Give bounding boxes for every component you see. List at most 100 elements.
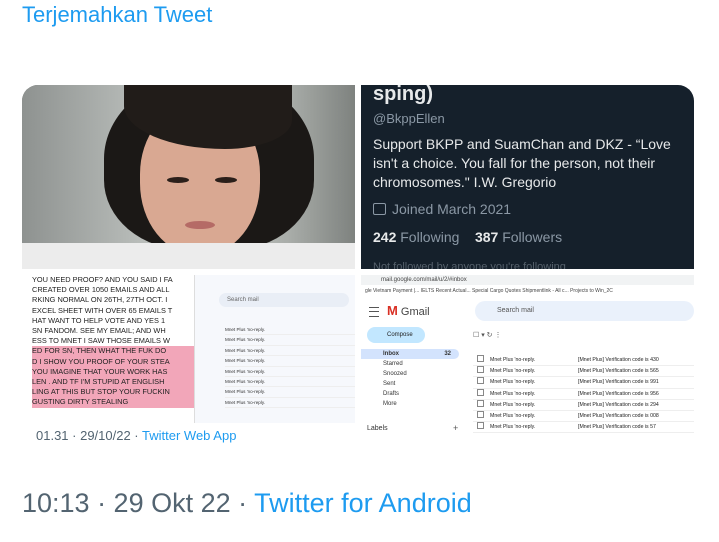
mini-mail-row: Mnet Plus 'no-reply. xyxy=(225,398,355,409)
gmail-nav-label: Drafts xyxy=(383,391,400,397)
mini-mail-row: Mnet Plus 'no-reply. xyxy=(225,346,355,357)
checkbox-icon xyxy=(477,377,484,385)
mail-subject: [Mnet Plus] Verification code is 294 xyxy=(578,401,659,408)
menu-icon xyxy=(369,307,379,317)
checkbox-icon xyxy=(477,388,484,396)
profile-joined: Joined March 2021 xyxy=(373,201,511,217)
gmail-nav: Inbox 32 Starred Snoozed Sent Drafts More xyxy=(361,349,465,409)
gmail-mail-row: Mnet Plus 'no-reply. [Mnet Plus] Verifica… xyxy=(473,399,694,411)
gmail-toolbar: ☐ ▾ ↻ ⋮ xyxy=(473,332,502,339)
caption-app: Twitter Web App xyxy=(142,428,237,443)
gmail-mail-row: Mnet Plus 'no-reply. [Mnet Plus] Verifica… xyxy=(473,410,694,423)
gmail-nav-item: Drafts xyxy=(361,389,465,399)
post-text-line: ED FOR SN, THEN WHAT THE FUK DO xyxy=(32,346,207,357)
gmail-nav-label: Starred xyxy=(383,361,403,367)
mail-sender: Mnet Plus 'no-reply. xyxy=(490,412,536,419)
profile-followed-by: Not followed by anyone you're following xyxy=(373,261,566,269)
gmail-nav-count: 32 xyxy=(444,351,451,357)
post-text-line: YOU NEED PROOF? AND YOU SAID I FA xyxy=(32,275,173,284)
media-text-screenshot[interactable]: YOU NEED PROOF? AND YOU SAID I FA CREATED… xyxy=(22,275,355,463)
following-label: Following xyxy=(400,229,460,245)
compose-button: Compose xyxy=(367,327,425,343)
browser-bookmarks: gle Vietnam Payment |... IELTS Recent Ac… xyxy=(365,288,613,294)
gmail-nav-label: Inbox xyxy=(383,351,399,357)
post-text-line: D I SHOW YOU PROOF OF YOUR STEA xyxy=(32,356,207,367)
profile-name: sping) xyxy=(373,85,433,105)
mini-mail-row: Mnet Plus 'no-reply. xyxy=(225,325,355,336)
gmail-mail-row: Mnet Plus 'no-reply. [Mnet Plus] Verifica… xyxy=(473,377,694,389)
profile-bio: Support BKPP and SuamChan and DKZ - “Lov… xyxy=(373,136,671,190)
gmail-mail-row: Mnet Plus 'no-reply. [Mnet Plus] Verifica… xyxy=(473,388,694,400)
post-text-line: HAT WANT TO HELP VOTE AND YES 1 xyxy=(32,315,166,325)
checkbox-icon xyxy=(477,422,484,430)
gmail-search: Search mail xyxy=(475,301,694,321)
profile-joined-text: Joined March 2021 xyxy=(392,201,512,217)
gmail-nav-label: More xyxy=(383,401,397,407)
tweet-source[interactable]: Twitter for Android xyxy=(254,488,472,518)
profile-stats: 242 Following 387 Followers xyxy=(373,229,562,245)
media-profile-screenshot[interactable]: sping) @BkppEllen Support BKPP and SuamC… xyxy=(361,85,694,269)
followers-label: Followers xyxy=(502,229,563,245)
gmail-logo: M Gmail xyxy=(387,303,430,318)
mail-sender: Mnet Plus 'no-reply. xyxy=(490,401,536,408)
post-text-line: CREATED OVER 1050 EMAILS AND ALL xyxy=(32,285,170,295)
gmail-nav-item: Snoozed xyxy=(361,369,465,379)
gmail-nav-label: Sent xyxy=(383,381,396,387)
gmail-nav-label: Snoozed xyxy=(383,371,407,377)
mini-mail-list: Mnet Plus 'no-reply. Mnet Plus 'no-reply.… xyxy=(225,325,355,409)
mail-subject: [Mnet Plus] Verification code is 008 xyxy=(578,412,659,419)
checkbox-icon xyxy=(477,410,484,418)
media-gmail-screenshot[interactable]: mail.google.com/mail/u/2/#inbox gle Viet… xyxy=(361,275,694,463)
media-grid: sping) @BkppEllen Support BKPP and SuamC… xyxy=(22,85,694,463)
gmail-nav-item: Sent xyxy=(361,379,465,389)
checkbox-icon xyxy=(477,355,484,362)
mini-mail-row: Mnet Plus 'no-reply. xyxy=(225,335,355,346)
post-text-line: ESS TO MNET I SAW THOSE EMAILS W xyxy=(32,336,170,346)
mail-sender: Mnet Plus 'no-reply. xyxy=(490,368,536,375)
gmail-header: M Gmail Search mail xyxy=(361,299,694,323)
mail-sender: Mnet Plus 'no-reply. xyxy=(490,424,536,431)
mail-subject: [Mnet Plus] Verification code is 991 xyxy=(578,379,659,386)
photo-lips xyxy=(185,221,215,229)
post-text-line: EXCEL SHEET WITH OVER 65 EMAILS T xyxy=(32,305,173,315)
mini-mail-row: Mnet Plus 'no-reply. xyxy=(225,367,355,377)
gmail-logo-text: Gmail xyxy=(400,306,430,318)
gmail-mail-row: Mnet Plus 'no-reply. [Mnet Plus] Verifica… xyxy=(473,355,694,367)
gmail-nav-item: Inbox 32 xyxy=(361,349,459,359)
mail-subject: [Mnet Plus] Verification code is 956 xyxy=(578,390,659,397)
post-text-line: YOU IMAGINE THAT YOUR WORK HAS xyxy=(32,366,207,378)
media-photo[interactable] xyxy=(22,85,355,269)
profile-handle: @BkppEllen xyxy=(373,111,445,126)
calendar-icon xyxy=(373,203,386,215)
post-text-line: LEN . AND TF I'M STUPID AT ENGLISH xyxy=(32,377,207,388)
mail-subject: [Mnet Plus] Verification code is 565 xyxy=(578,368,659,375)
gmail-mail-list: Mnet Plus 'no-reply. [Mnet Plus] Verifica… xyxy=(473,355,694,434)
mail-sender: Mnet Plus 'no-reply. xyxy=(490,390,536,397)
translate-tweet-link[interactable]: Terjemahkan Tweet xyxy=(22,2,212,28)
checkbox-icon xyxy=(477,399,484,407)
mini-mail-row: Mnet Plus 'no-reply. xyxy=(225,377,355,388)
mail-subject: [Mnet Plus] Verification code is 57 xyxy=(578,424,656,431)
photo-eye-right xyxy=(215,177,237,183)
mail-sender: Mnet Plus 'no-reply. xyxy=(490,357,536,363)
mini-gmail-panel: Search mail Mnet Plus 'no-reply. Mnet Plu… xyxy=(194,275,355,423)
browser-address-bar: mail.google.com/mail/u/2/#inbox xyxy=(361,275,694,285)
post-text-block: YOU NEED PROOF? AND YOU SAID I FA CREATED… xyxy=(32,275,207,408)
checkbox-icon xyxy=(477,366,484,374)
followers-count: 387 xyxy=(474,229,499,245)
gmail-mail-row: Mnet Plus 'no-reply. [Mnet Plus] Verifica… xyxy=(473,366,694,378)
photo-eye-left xyxy=(167,177,189,183)
photo-shirt xyxy=(22,243,355,269)
following-count: 242 xyxy=(373,229,397,245)
add-label-icon: + xyxy=(453,423,459,433)
mail-sender: Mnet Plus 'no-reply. xyxy=(490,379,536,386)
screenshot-caption: 01.31 · 29/10/22 · Twitter Web App xyxy=(36,428,236,443)
post-text-line: GUSTING DIRTY STEALING xyxy=(32,397,207,408)
mini-mail-row: Mnet Plus 'no-reply. xyxy=(225,387,355,398)
tweet-timestamp: 10:13 · 29 Okt 22 · xyxy=(22,488,255,518)
gmail-mail-row: Mnet Plus 'no-reply. [Mnet Plus] Verifica… xyxy=(473,422,694,434)
gmail-nav-item: Starred xyxy=(361,359,465,369)
mini-search-field: Search mail xyxy=(219,293,349,307)
post-text-line: SN FANDOM. SEE MY EMAIL; AND WH xyxy=(32,326,166,336)
gmail-sidebar: Compose Inbox 32 Starred Snoozed Sent Drafts M… xyxy=(361,327,465,409)
